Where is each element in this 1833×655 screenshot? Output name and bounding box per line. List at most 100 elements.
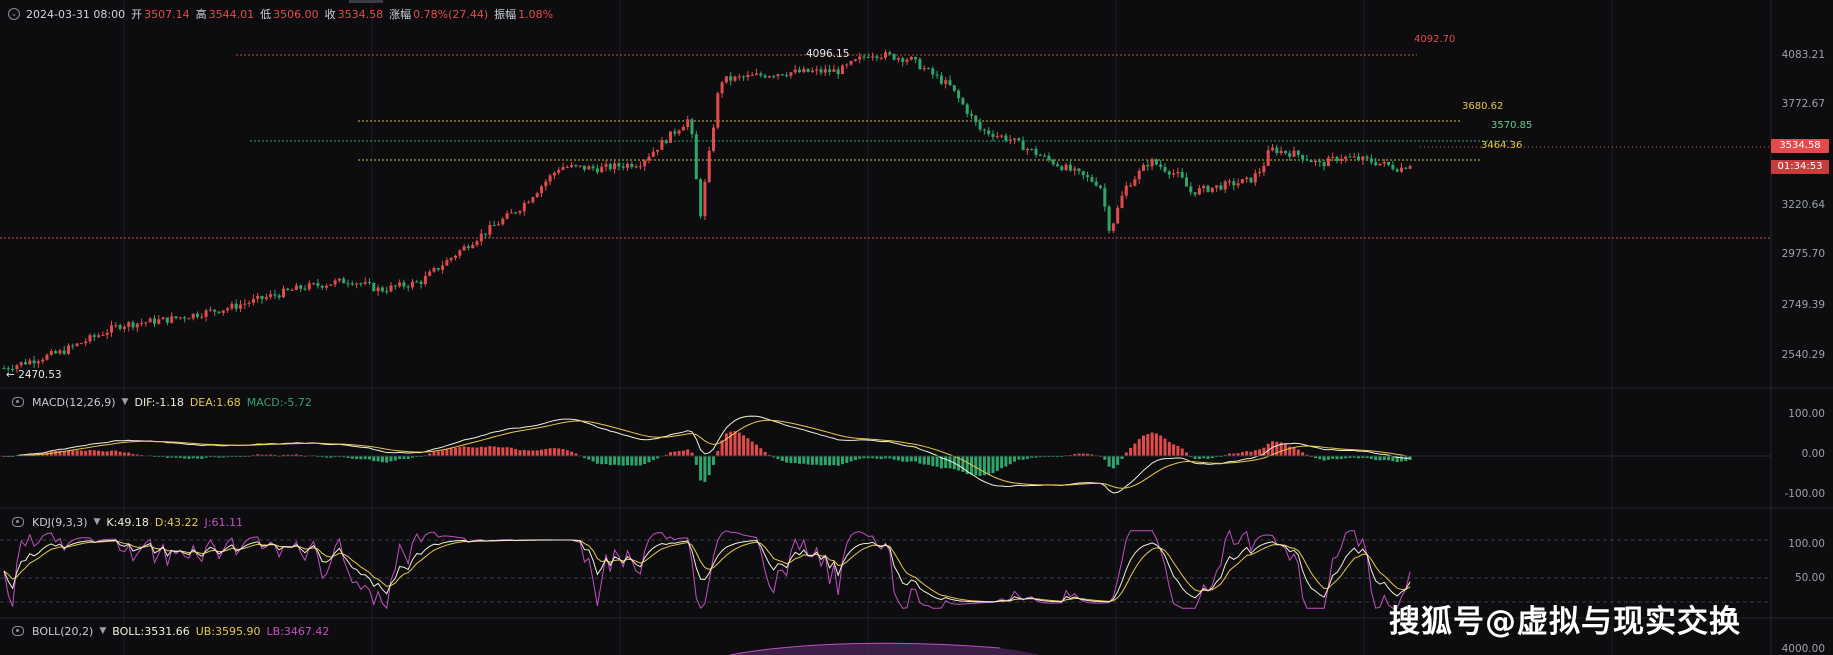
kdj-k: K:49.18: [106, 515, 149, 529]
macd-histogram-bar: [101, 451, 105, 456]
candle: [380, 287, 384, 292]
candle: [1352, 156, 1356, 158]
macd-histogram-bar: [75, 450, 79, 456]
candle: [299, 285, 303, 289]
candle: [307, 283, 311, 290]
macd-histogram-bar: [793, 456, 797, 464]
candle: [1185, 177, 1188, 187]
candle: [484, 233, 488, 235]
candle: [849, 61, 853, 65]
macd-histogram-bar: [535, 450, 539, 456]
eye-icon[interactable]: [12, 626, 24, 636]
candle: [24, 362, 27, 365]
macd-histogram-bar: [1167, 441, 1171, 456]
macd-histogram-bar: [600, 456, 604, 465]
candle: [1365, 156, 1369, 159]
candle: [724, 76, 728, 83]
high-label: 高: [195, 8, 207, 21]
candle: [535, 193, 539, 198]
candle: [1025, 148, 1029, 151]
macd-value: MACD:-5.72: [246, 395, 312, 409]
macd-dea-line: [3, 419, 1411, 489]
eye-icon[interactable]: [12, 397, 24, 407]
candle: [84, 341, 88, 344]
candle: [196, 313, 199, 317]
candle: [634, 166, 638, 168]
candle: [1159, 164, 1163, 167]
macd-histogram-bar: [613, 456, 617, 465]
kdj-j: J:61.11: [204, 515, 243, 529]
candle: [1374, 162, 1378, 166]
macd-histogram-bar: [389, 456, 393, 462]
chart-window[interactable]: 4092.70 3680.62 3570.85 3464.36 4096.15 ← 247…: [0, 0, 1833, 655]
macd-histogram-bar: [595, 456, 599, 464]
candle: [737, 76, 741, 78]
macd-histogram-bar: [935, 456, 939, 467]
candle: [841, 65, 844, 75]
macd-histogram-bar: [492, 446, 496, 456]
candle: [1296, 150, 1300, 155]
candle: [1068, 164, 1072, 171]
candle: [914, 57, 918, 60]
price-chart-canvas[interactable]: 4092.70 3680.62 3570.85 3464.36 4096.15 ← 247…: [0, 0, 1833, 655]
dropdown-arrow-icon[interactable]: ▼: [94, 517, 101, 527]
candle: [445, 260, 449, 266]
chevron-down-circle-icon[interactable]: ⌄: [8, 8, 20, 20]
watermark: 搜狐号@虚拟与现实交换: [1389, 604, 1741, 640]
macd-histogram-bar: [634, 456, 638, 466]
macd-histogram-bar: [742, 435, 746, 456]
candle: [780, 74, 784, 76]
candle: [1305, 159, 1309, 161]
candle: [1111, 223, 1115, 231]
macd-histogram-bar: [1378, 456, 1382, 461]
candle: [733, 76, 737, 81]
candle: [114, 325, 118, 327]
candle: [995, 135, 999, 137]
candle: [131, 322, 135, 328]
candle: [810, 70, 814, 72]
candle: [1219, 185, 1223, 190]
kdj-d: D:43.22: [154, 515, 199, 529]
macd-histogram-bar: [449, 448, 453, 456]
candle: [1094, 181, 1098, 186]
candle: [273, 294, 277, 296]
macd-histogram-bar: [441, 450, 445, 456]
candle: [828, 69, 832, 72]
macd-histogram-bar: [737, 432, 741, 456]
macd-histogram-bar: [1326, 456, 1330, 460]
macd-histogram-bar: [755, 444, 758, 456]
macd-histogram-bar: [828, 456, 832, 466]
macd-histogram-bar: [97, 450, 101, 456]
kdj-name[interactable]: KDJ(9,3,3): [32, 516, 88, 529]
macd-name[interactable]: MACD(12,26,9): [32, 396, 116, 409]
candle: [931, 68, 935, 75]
candle: [1322, 162, 1326, 167]
candle: [720, 82, 724, 94]
macd-histogram-bar: [798, 456, 801, 464]
eye-icon[interactable]: [12, 517, 24, 527]
macd-histogram-bar: [974, 456, 978, 476]
candle: [325, 285, 328, 288]
macd-histogram-bar: [1253, 450, 1257, 456]
candle: [789, 72, 793, 76]
candle: [32, 360, 36, 364]
macd-histogram-bar: [79, 450, 83, 456]
macd-histogram-bar: [92, 450, 96, 456]
candle: [991, 133, 995, 137]
scroll-indicator[interactable]: [349, 0, 383, 3]
dropdown-arrow-icon[interactable]: ▼: [99, 626, 106, 636]
macd-histogram-bar: [927, 456, 930, 465]
price-axis-label: 2975.70: [1781, 248, 1825, 260]
candle: [613, 163, 617, 170]
dropdown-arrow-icon[interactable]: ▼: [122, 397, 129, 407]
candle: [226, 308, 230, 311]
candle: [1271, 147, 1274, 151]
candle: [251, 298, 255, 303]
open-value: 3507.14: [144, 8, 190, 21]
candle: [135, 323, 139, 328]
boll-name[interactable]: BOLL(20,2): [32, 625, 93, 638]
candle: [204, 310, 208, 317]
candle: [1283, 150, 1287, 154]
price-axis-label: 2749.39: [1781, 299, 1825, 311]
macd-histogram-bar: [380, 456, 384, 463]
